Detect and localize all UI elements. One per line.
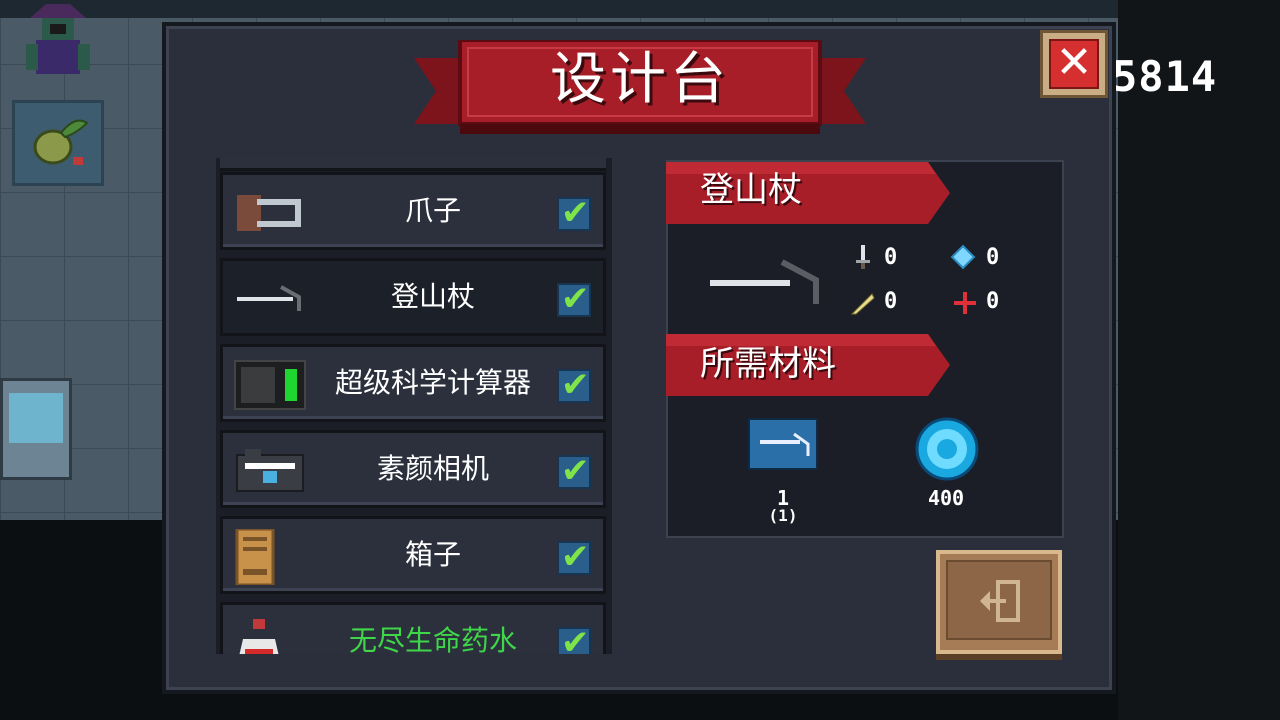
item-label: 登山杖 — [390, 280, 475, 313]
lab-machine — [0, 378, 72, 480]
checkmark-icon: ✔ — [561, 193, 590, 233]
item-name: 登山杖 — [700, 170, 802, 210]
list-item[interactable]: 箱子 ✔ — [220, 516, 606, 594]
list-item[interactable]: 超级科学计算器 ✔ — [220, 344, 606, 422]
selected-item-icon — [710, 259, 819, 304]
checkbox[interactable]: ✔ — [557, 623, 591, 654]
gem-icon — [915, 417, 979, 481]
item-label: 超级科学计算器 — [334, 366, 531, 399]
climbing-stick-icon — [237, 285, 301, 311]
claw-icon — [237, 195, 301, 231]
list-item[interactable]: 素颜相机 ✔ — [220, 430, 606, 508]
energy-value: 0 — [986, 245, 1000, 270]
checkmark-icon: ✔ — [561, 537, 590, 577]
list-top-edge — [220, 158, 606, 171]
checkmark-icon: ✔ — [561, 279, 590, 319]
checkbox[interactable]: ✔ — [557, 193, 591, 233]
score-counter: 5814 — [1112, 52, 1218, 101]
box-icon — [235, 529, 275, 585]
crit-feather-icon — [850, 293, 875, 315]
close-icon: ✕ — [1049, 39, 1099, 89]
accuracy-value: 0 — [986, 289, 1000, 314]
recipe-list[interactable]: 爪子 ✔ 登山杖 ✔ 超级科学计算器 ✔ 素颜相机 ✔ 箱子 ✔ 无尽生命药水 … — [216, 158, 612, 654]
plant-display-case — [12, 100, 104, 186]
sword-icon — [856, 245, 870, 269]
checkbox[interactable]: ✔ — [557, 279, 591, 319]
checkmark-icon: ✔ — [561, 365, 590, 405]
top-wall — [0, 0, 1280, 18]
energy-gem-icon — [950, 244, 976, 270]
plant-icon — [33, 119, 89, 165]
list-item[interactable]: 无尽生命药水 ✔ — [220, 602, 606, 654]
camera-icon — [236, 449, 304, 492]
close-button[interactable]: ✕ — [1040, 30, 1108, 98]
list-item[interactable]: 爪子 ✔ — [220, 172, 606, 250]
crit-value: 0 — [884, 289, 898, 314]
calculator-icon — [234, 360, 306, 410]
blueprint-icon — [748, 418, 818, 470]
checkmark-icon: ✔ — [561, 451, 590, 491]
right-dark-area — [1118, 0, 1280, 720]
gem-count: 400 — [927, 486, 965, 510]
item-label: 箱子 — [404, 538, 461, 571]
exit-button-face — [946, 560, 1052, 640]
checkmark-icon: ✔ — [561, 623, 590, 654]
item-label: 爪子 — [404, 194, 461, 227]
exit-button[interactable] — [936, 550, 1062, 654]
lab-screen — [9, 393, 63, 443]
item-label: 无尽生命药水 — [348, 624, 517, 654]
checkbox[interactable]: ✔ — [557, 365, 591, 405]
materials-title: 所需材料 — [700, 344, 836, 384]
exit-icon — [980, 580, 1020, 622]
potion-icon — [239, 619, 279, 654]
checkbox[interactable]: ✔ — [557, 451, 591, 491]
list-item-selected[interactable]: 登山杖 ✔ — [220, 258, 606, 336]
item-label: 素颜相机 — [376, 452, 489, 485]
blueprint-owned: (1) — [768, 506, 798, 525]
wizard-npc-icon — [26, 4, 90, 74]
attack-value: 0 — [884, 245, 898, 270]
dialog-title: 设计台 — [550, 47, 730, 112]
accuracy-crosshair-icon — [954, 292, 976, 314]
checkbox[interactable]: ✔ — [557, 537, 591, 577]
